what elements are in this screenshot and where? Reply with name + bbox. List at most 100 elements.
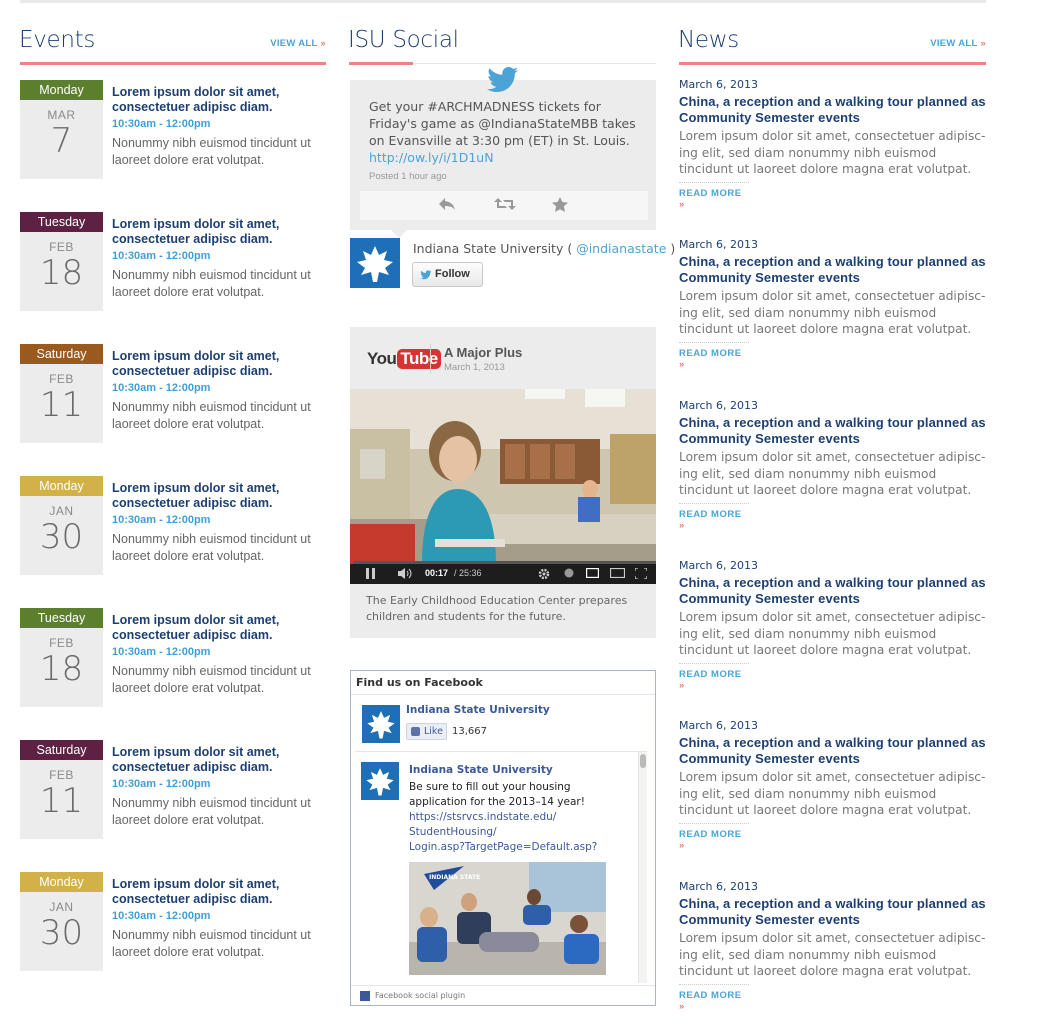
read-more-link[interactable]: READ MORE » [679, 662, 749, 691]
events-column: Events VIEW ALL » Monday MAR 7 Lorem ips… [19, 24, 326, 971]
event-description: Nonummy nibh euismod tincidunt ut laoree… [112, 400, 311, 431]
event-title-link[interactable]: Lorem ipsum dolor sit amet, consectetuer… [112, 217, 326, 246]
thumbs-up-icon [411, 727, 420, 736]
event-title-link[interactable]: Lorem ipsum dolor sit amet, consectetuer… [112, 349, 326, 378]
event-item[interactable]: Monday MAR 7 Lorem ipsum dolor sit amet,… [20, 80, 326, 180]
event-calendar-badge: Monday JAN 30 [20, 872, 103, 971]
event-time: 10:30am - 12:00pm [112, 514, 211, 526]
news-description: Lorem ipsum dolor sit amet, consectetuer… [679, 289, 986, 336]
news-date: March 6, 2013 [679, 78, 759, 91]
event-item[interactable]: Saturday FEB 11 Lorem ipsum dolor sit am… [20, 740, 326, 840]
read-more-link[interactable]: READ MORE » [679, 983, 749, 1012]
facebook-post-link[interactable]: https://stsrvcs.indstate.edu/StudentHous… [409, 811, 597, 853]
event-item[interactable]: Saturday FEB 11 Lorem ipsum dolor sit am… [20, 344, 326, 444]
event-date: 11 [39, 781, 84, 821]
event-calendar-badge: Monday JAN 30 [20, 476, 103, 575]
read-more-label: READ MORE [679, 989, 742, 1001]
video-current-time: 00:17 [425, 568, 449, 578]
pennant-text: INDIANA STATE [429, 874, 480, 881]
twitter-bird-icon [420, 270, 432, 280]
news-title-link[interactable]: China, a reception and a walking tour pl… [679, 94, 986, 126]
news-item: March 6, 2013 China, a reception and a w… [679, 238, 986, 372]
news-view-all-link[interactable]: VIEW ALL » [930, 38, 986, 49]
facebook-post-photo[interactable]: INDIANA STATE [409, 862, 606, 975]
favorite-icon[interactable] [552, 197, 568, 216]
facebook-feed[interactable]: Indiana State University Be sure to fill… [355, 751, 647, 983]
event-date: 11 [39, 385, 84, 425]
read-more-link[interactable]: READ MORE » [679, 341, 749, 370]
small-player-icon[interactable] [585, 567, 600, 580]
news-date: March 6, 2013 [679, 880, 759, 893]
tweet-timestamp: Posted 1 hour ago [369, 171, 447, 182]
chevron-right-icon: » [679, 358, 685, 370]
news-description: Lorem ipsum dolor sit amet, consectetuer… [679, 931, 986, 978]
event-month: FEB [49, 240, 74, 254]
fullscreen-icon[interactable] [634, 567, 648, 581]
event-calendar-badge: Saturday FEB 11 [20, 740, 103, 839]
event-title-link[interactable]: Lorem ipsum dolor sit amet, consectetuer… [112, 85, 326, 114]
top-divider [20, 0, 986, 3]
event-item[interactable]: Tuesday FEB 18 Lorem ipsum dolor sit ame… [20, 212, 326, 312]
video-title[interactable]: A Major Plus [444, 345, 522, 360]
video-controls: 00:17 / 25:36 [350, 561, 656, 584]
event-title-link[interactable]: Lorem ipsum dolor sit amet, consectetuer… [112, 613, 326, 642]
news-description: Lorem ipsum dolor sit amet, consectetuer… [679, 450, 986, 497]
event-title-link[interactable]: Lorem ipsum dolor sit amet, consectetuer… [112, 745, 326, 774]
event-item[interactable]: Monday JAN 30 Lorem ipsum dolor sit amet… [20, 872, 326, 972]
read-more-link[interactable]: READ MORE » [679, 181, 749, 210]
volume-icon[interactable] [398, 568, 412, 581]
event-item[interactable]: Tuesday FEB 18 Lorem ipsum dolor sit ame… [20, 608, 326, 708]
event-day: Saturday [20, 344, 103, 364]
news-item: March 6, 2013 China, a reception and a w… [679, 78, 986, 212]
tweet-link[interactable]: http://ow.ly/i/1D1uN [369, 150, 494, 165]
events-header: Events VIEW ALL » [19, 24, 326, 65]
post-link-part: StudentHousing/ [409, 826, 497, 838]
news-description: Lorem ipsum dolor sit amet, consectetuer… [679, 770, 986, 817]
read-more-link[interactable]: READ MORE » [679, 822, 749, 851]
event-time: 10:30am - 12:00pm [112, 910, 211, 922]
news-title-link[interactable]: China, a reception and a walking tour pl… [679, 415, 986, 447]
pause-icon[interactable] [366, 568, 375, 581]
chevron-right-icon: » [679, 519, 685, 531]
settings-gear-icon[interactable] [538, 568, 550, 582]
news-title-link[interactable]: China, a reception and a walking tour pl… [679, 254, 986, 286]
events-view-all-link[interactable]: VIEW ALL » [270, 38, 326, 49]
event-title-link[interactable]: Lorem ipsum dolor sit amet, consectetuer… [112, 481, 326, 510]
video-player[interactable] [350, 389, 656, 564]
news-title-link[interactable]: China, a reception and a walking tour pl… [679, 896, 986, 928]
isu-logo-icon[interactable] [361, 762, 399, 800]
read-more-link[interactable]: READ MORE » [679, 502, 749, 531]
scrollbar-thumb[interactable] [640, 754, 646, 768]
tweet-bubble-tail [391, 230, 407, 238]
facebook-like-button[interactable]: Like [406, 723, 447, 740]
events-accent-bar [20, 62, 326, 65]
isu-logo-icon[interactable] [362, 705, 400, 743]
news-title-link[interactable]: China, a reception and a walking tour pl… [679, 735, 986, 767]
event-day: Monday [20, 80, 103, 100]
quality-icon[interactable] [564, 568, 574, 580]
reply-icon[interactable] [438, 197, 456, 215]
event-date: 18 [39, 649, 84, 689]
facebook-post-author-link[interactable]: Indiana State University [409, 764, 553, 776]
facebook-footer-label: Facebook social plugin [375, 991, 466, 1000]
twitter-follow-button[interactable]: Follow [412, 262, 483, 287]
video-progress-fill [350, 561, 354, 564]
isu-logo-icon[interactable] [350, 238, 400, 288]
large-player-icon[interactable] [609, 567, 626, 580]
read-more-label: READ MORE [679, 508, 742, 520]
retweet-icon[interactable] [494, 197, 516, 215]
facebook-post-text: Be sure to fill out your housing applica… [409, 780, 629, 855]
news-title-link[interactable]: China, a reception and a walking tour pl… [679, 575, 986, 607]
event-title-link[interactable]: Lorem ipsum dolor sit amet, consectetuer… [112, 877, 326, 906]
event-item[interactable]: Monday JAN 30 Lorem ipsum dolor sit amet… [20, 476, 326, 576]
news-date: March 6, 2013 [679, 719, 759, 732]
twitter-account-name: Indiana State University [413, 241, 564, 256]
video-progress-bar[interactable] [350, 561, 656, 564]
facebook-page-name-link[interactable]: Indiana State University [406, 704, 550, 716]
twitter-handle-link[interactable]: @indianastate [576, 241, 666, 256]
news-column: News VIEW ALL » March 6, 2013 China, a r… [678, 24, 986, 1012]
facebook-feed-scrollbar[interactable] [638, 752, 647, 983]
event-calendar-badge: Tuesday FEB 18 [20, 212, 103, 311]
event-time: 10:30am - 12:00pm [112, 778, 211, 790]
video-thumbnail [350, 389, 656, 564]
